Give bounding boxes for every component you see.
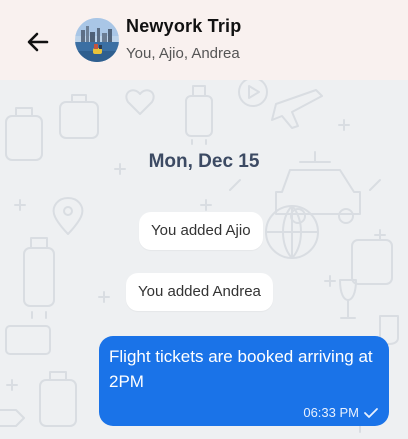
- outgoing-message-bubble[interactable]: Flight tickets are booked arriving at 2P…: [99, 336, 389, 426]
- check-icon: [363, 407, 379, 419]
- chat-title[interactable]: Newyork Trip: [126, 16, 241, 37]
- date-separator: Mon, Dec 15: [148, 151, 260, 172]
- message-time: 06:33 PM: [303, 405, 359, 420]
- system-message: You added Andrea: [126, 273, 273, 311]
- message-meta: 06:33 PM: [303, 405, 379, 420]
- chat-header: Newyork Trip You, Ajio, Andrea: [0, 0, 408, 80]
- chat-members: You, Ajio, Andrea: [126, 45, 240, 62]
- arrow-left-icon: [27, 32, 49, 52]
- system-message: You added Ajio: [139, 212, 263, 250]
- chat-area[interactable]: Mon, Dec 15 You added Ajio You added And…: [0, 80, 408, 439]
- group-avatar[interactable]: [75, 18, 119, 62]
- message-text: Flight tickets are booked arriving at 2P…: [109, 347, 373, 391]
- chat-screen: Newyork Trip You, Ajio, Andrea Mon, Dec …: [0, 0, 408, 439]
- back-button[interactable]: [18, 22, 58, 62]
